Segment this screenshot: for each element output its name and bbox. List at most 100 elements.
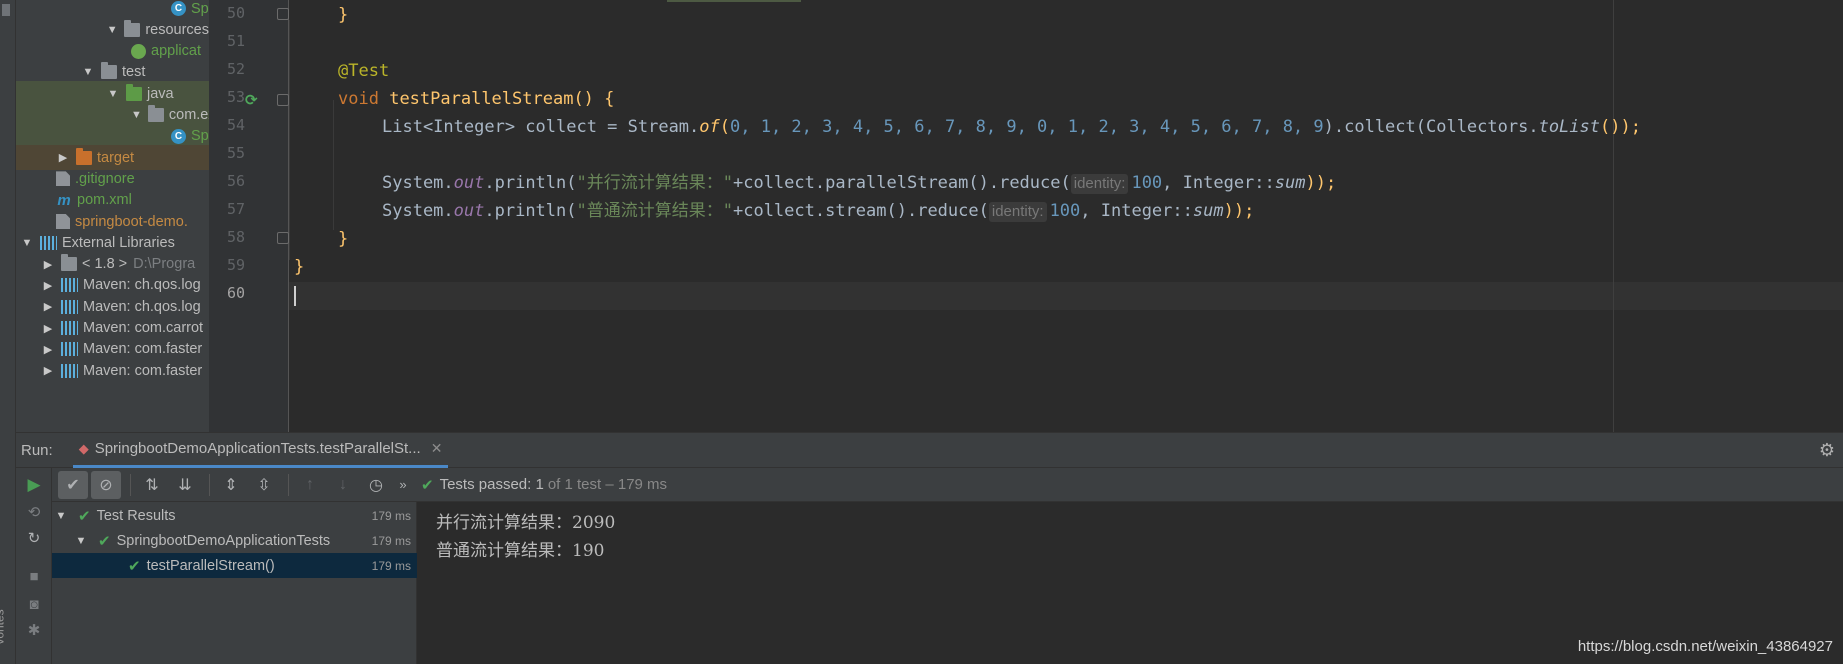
spring-class-icon: C	[171, 128, 186, 144]
result-label: Test Results	[96, 507, 176, 524]
current-line-highlight	[289, 282, 1843, 310]
chevron-down-icon[interactable]: ▼	[20, 236, 34, 250]
close-icon[interactable]: ✕	[431, 440, 443, 457]
show-ignored-icon[interactable]: ⊘	[91, 470, 121, 499]
chevron-down-icon[interactable]: ▼	[106, 23, 118, 37]
tree-item-label: Sprin	[191, 128, 209, 145]
toggle-auto-test-icon[interactable]: ↻	[25, 530, 43, 548]
string-literal: "并行流计算结果："	[576, 173, 733, 193]
chevron-down-icon[interactable]: ▼	[54, 509, 68, 523]
run-tool-window-header: Run: ◆ SpringbootDemoApplicationTests.te…	[16, 432, 1843, 468]
project-tree-item[interactable]: ▶ Maven: com.faster	[16, 358, 209, 383]
library-icon	[61, 363, 78, 378]
project-tree: CSprin▼resourcesapplicat▼test▼java▼com.e…	[16, 0, 209, 432]
sort-by-duration-icon[interactable]: ⇊	[170, 471, 200, 499]
gear-icon[interactable]: ⚙	[1819, 440, 1835, 461]
test-config-icon: ◆	[78, 440, 89, 456]
chevron-down-icon[interactable]: ▼	[74, 534, 88, 548]
code-text: +collect.stream().reduce(	[732, 201, 989, 221]
run-side-toolbar: ▶ ⟲ ↻ ■ ◙ ✱	[16, 468, 52, 664]
passed-text: Tests passed:	[439, 476, 532, 493]
tree-item-label: < 1.8 >	[82, 256, 128, 273]
structure-icon[interactable]	[2, 4, 10, 16]
static-field-out: out	[453, 201, 485, 221]
folder-icon	[76, 147, 92, 165]
chevron-down-icon[interactable]: ▼	[106, 87, 120, 101]
chevron-down-icon[interactable]: ▼	[81, 65, 95, 79]
code-text: ).collect(Collectors.	[1323, 117, 1539, 137]
console-line: 并行流计算结果：2090	[436, 513, 616, 533]
line-number: 51	[226, 32, 245, 50]
fold-marker-icon[interactable]	[277, 94, 289, 106]
tree-item-label: java	[147, 85, 174, 102]
show-passed-icon[interactable]: ✔	[58, 470, 88, 499]
code-text: ());	[1600, 117, 1641, 137]
code-text: ));	[1223, 201, 1255, 221]
test-method-row[interactable]: ✔ testParallelStream() 179 ms	[52, 553, 417, 578]
code-line-50: }	[338, 4, 348, 26]
parameter-hint: identity:	[988, 202, 1047, 222]
fold-marker-icon[interactable]	[277, 232, 289, 244]
tree-item-label: resources	[145, 21, 209, 38]
favorites-tab[interactable]: vorites	[0, 609, 7, 644]
previous-failed-icon[interactable]: ↑	[295, 471, 325, 499]
chevron-right-icon[interactable]: ▶	[41, 257, 55, 271]
result-time: 179 ms	[371, 558, 411, 573]
chevron-right-icon[interactable]: ▶	[41, 278, 55, 292]
chevron-right-icon[interactable]: ▶	[41, 300, 55, 314]
library-icon	[61, 321, 78, 335]
run-label: Run:	[21, 441, 53, 459]
method-of: of	[699, 117, 720, 137]
expand-all-icon[interactable]: ⇕	[216, 471, 246, 499]
number-literal: 100	[1131, 173, 1163, 193]
code-text: +collect.parallelStream().reduce(	[732, 173, 1071, 193]
passed-count: 1	[535, 476, 544, 493]
code-text: , Integer::	[1162, 173, 1275, 193]
camera-icon[interactable]: ◙	[25, 596, 43, 614]
more-icon[interactable]: »	[394, 471, 412, 499]
code-text: List<Integer> collect = Stream.	[382, 117, 700, 137]
chevron-right-icon[interactable]: ▶	[56, 151, 70, 165]
stop-icon[interactable]: ■	[25, 568, 43, 586]
tree-item-label: pom.xml	[77, 192, 132, 209]
line-number: 55	[226, 144, 245, 162]
run-test-gutter-icon[interactable]: ⟳	[245, 91, 263, 109]
spring-config-icon	[131, 43, 146, 59]
fold-marker-icon[interactable]	[277, 8, 289, 20]
run-tab[interactable]: ◆ SpringbootDemoApplicationTests.testPar…	[72, 433, 449, 468]
chevron-right-icon[interactable]: ▶	[41, 342, 55, 356]
keyword-void: void	[338, 89, 379, 109]
code-line-59: }	[294, 256, 304, 278]
result-time: 179 ms	[371, 533, 411, 548]
next-failed-icon[interactable]: ↓	[328, 471, 358, 499]
result-label: testParallelStream()	[146, 557, 275, 574]
test-class-row[interactable]: ▼ ✔ SpringbootDemoApplicationTests 179 m…	[52, 528, 417, 553]
chevron-right-icon[interactable]: ▶	[41, 321, 55, 335]
rerun-failed-icon[interactable]: ⟲	[25, 504, 43, 522]
code-line-58: }	[338, 228, 348, 250]
line-number: 54	[226, 116, 245, 134]
test-results-root[interactable]: ▼ ✔ Test Results 179 ms	[52, 503, 417, 528]
collapse-all-icon[interactable]: ⇳	[249, 471, 279, 499]
line-number: 59	[226, 256, 245, 274]
tree-item-label: .gitignore	[75, 170, 135, 187]
test-history-icon[interactable]: ◷	[361, 471, 391, 499]
code-line-52: @Test	[338, 60, 389, 82]
code-editor[interactable]: } @Test void testParallelStream() { List…	[289, 0, 1843, 432]
chevron-right-icon[interactable]: ▶	[41, 364, 55, 378]
rerun-icon[interactable]: ▶	[25, 476, 43, 494]
sort-alphabetically-icon[interactable]: ⇅	[137, 471, 167, 499]
indent-guide	[333, 100, 334, 230]
editor-gutter: 50 51 52 53 54 55 56 57 58 59 60	[209, 0, 289, 432]
code-line-56: System.out.println("并行流计算结果："+collect.pa…	[382, 172, 1336, 194]
tree-item-label: Maven: com.faster	[83, 341, 203, 358]
file-icon	[56, 214, 70, 229]
tree-item-path: D:\Progra	[133, 256, 196, 273]
brace: }	[294, 257, 305, 277]
chevron-down-icon[interactable]: ▼	[131, 108, 142, 122]
settings-icon[interactable]: ✱	[25, 622, 43, 640]
method-tolist: toList	[1538, 117, 1600, 137]
folder-icon	[126, 83, 142, 101]
line-number: 60	[226, 284, 245, 302]
code-text: System.	[382, 201, 454, 221]
